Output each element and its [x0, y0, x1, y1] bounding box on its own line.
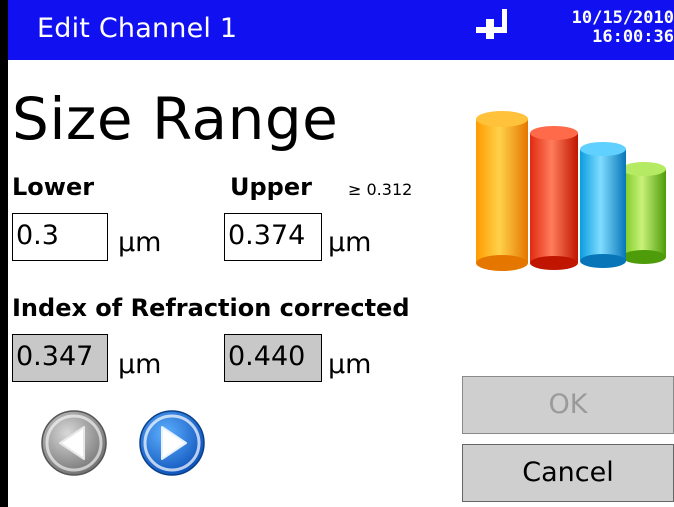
power-plug-icon [476, 9, 507, 39]
lower-size-field[interactable]: 0.3 [12, 213, 108, 261]
edit-channel-screen: Edit Channel 1 10/15/2010 16:00:36 Size … [0, 0, 674, 507]
title-bar: Edit Channel 1 10/15/2010 16:00:36 [8, 0, 674, 60]
upper-minimum-hint: ≥ 0.312 [348, 180, 413, 199]
lower-label: Lower [12, 173, 95, 201]
ok-button[interactable]: OK [462, 376, 674, 434]
upper-label: Upper [230, 173, 312, 201]
lower-unit: μm [118, 227, 162, 258]
window-title: Edit Channel 1 [37, 13, 238, 44]
page-heading: Size Range [12, 85, 339, 153]
upper-unit: μm [328, 227, 372, 258]
ior-label: Index of Refraction corrected [12, 294, 410, 322]
size-range-chart-icon [476, 111, 666, 271]
ior-lower-value: 0.347 [12, 334, 108, 382]
ior-upper-unit: μm [328, 349, 372, 380]
upper-size-field[interactable]: 0.374 [224, 213, 322, 261]
cancel-button[interactable]: Cancel [462, 444, 674, 502]
previous-channel-button[interactable] [40, 409, 108, 477]
screen-edge [0, 0, 8, 507]
next-channel-button[interactable] [138, 409, 206, 477]
time-text: 16:00:36 [592, 27, 674, 47]
ior-upper-value: 0.440 [224, 334, 322, 382]
ior-lower-unit: μm [118, 349, 162, 380]
datetime: 10/15/2010 16:00:36 [556, 9, 674, 47]
date-text: 10/15/2010 [571, 9, 674, 28]
